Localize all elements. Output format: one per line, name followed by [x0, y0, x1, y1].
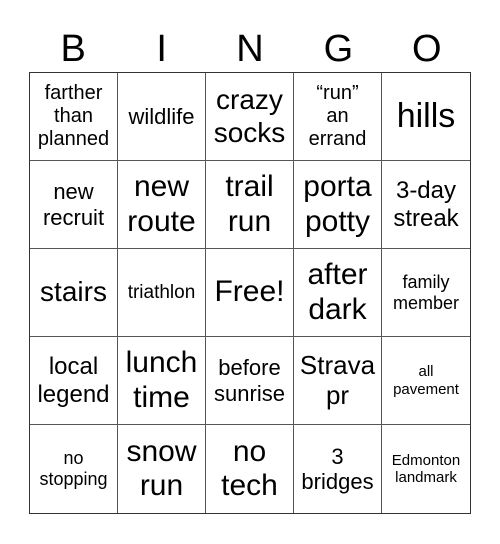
cell-text: wildlife — [128, 103, 195, 129]
cell-text: stairs — [40, 276, 107, 308]
bingo-cell[interactable]: all pavement — [382, 337, 470, 425]
cell-text: Edmonton landmark — [391, 451, 461, 486]
bingo-cell[interactable]: 3-day streak — [382, 161, 470, 249]
cell-text: family member — [392, 271, 459, 313]
bingo-cell[interactable]: hills — [382, 73, 470, 161]
cell-text: crazy socks — [213, 84, 286, 148]
bingo-cell[interactable]: new route — [118, 161, 206, 249]
bingo-cell[interactable]: crazy socks — [206, 73, 294, 161]
cell-text: all pavement — [393, 363, 459, 398]
cell-text: no tech — [221, 434, 278, 503]
header-letter-o: O — [412, 28, 442, 70]
bingo-cell[interactable]: wildlife — [118, 73, 206, 161]
bingo-cell[interactable]: porta potty — [294, 161, 382, 249]
cell-text: new route — [127, 170, 196, 238]
bingo-cell[interactable]: lunch time — [118, 337, 206, 425]
cell-text: new recruit — [42, 179, 105, 230]
bingo-cell[interactable]: new recruit — [30, 161, 118, 249]
cell-text: snow run — [126, 434, 197, 503]
cell-text: trail run — [225, 170, 274, 238]
bingo-cell[interactable]: triathlon — [118, 249, 206, 337]
bingo-cell[interactable]: family member — [382, 249, 470, 337]
bingo-cell[interactable]: 3 bridges — [294, 425, 382, 513]
bingo-cell[interactable]: “run” an errand — [294, 73, 382, 161]
bingo-cell[interactable]: stairs — [30, 249, 118, 337]
cell-text: local legend — [37, 352, 110, 408]
bingo-cell[interactable]: no stopping — [30, 425, 118, 513]
cell-text: porta potty — [303, 170, 372, 238]
header-letter-g: G — [323, 28, 354, 70]
cell-text: hills — [396, 96, 456, 135]
cell-text: no stopping — [39, 448, 108, 489]
bingo-cell[interactable]: after dark — [294, 249, 382, 337]
bingo-cell[interactable]: snow run — [118, 425, 206, 513]
cell-text: triathlon — [127, 281, 196, 303]
bingo-cell[interactable]: no tech — [206, 425, 294, 513]
bingo-cell[interactable]: local legend — [30, 337, 118, 425]
bingo-cell[interactable]: Strava pr — [294, 337, 382, 425]
header-letter-b: B — [60, 28, 86, 70]
cell-text: lunch time — [125, 346, 198, 414]
cell-text: 3-day streak — [393, 176, 459, 232]
bingo-cell[interactable]: before sunrise — [206, 337, 294, 425]
cell-text: 3 bridges — [301, 443, 374, 494]
cell-text: before sunrise — [214, 355, 285, 406]
free-space-cell[interactable]: Free! — [206, 249, 294, 337]
header-letter-i: I — [156, 28, 167, 70]
bingo-cell[interactable]: Edmonton landmark — [382, 425, 470, 513]
bingo-cell[interactable]: farther than planned — [30, 73, 118, 161]
cell-text: after dark — [307, 258, 368, 326]
bingo-cell[interactable]: trail run — [206, 161, 294, 249]
cell-text: Strava pr — [299, 349, 376, 410]
header-letter-n: N — [236, 28, 264, 70]
cell-text: farther than planned — [37, 82, 110, 150]
bingo-grid: farther than planned wildlife crazy sock… — [29, 72, 471, 514]
cell-text: “run” an errand — [308, 82, 367, 150]
bingo-header: B I N G O — [29, 24, 471, 74]
cell-text: Free! — [214, 275, 285, 309]
